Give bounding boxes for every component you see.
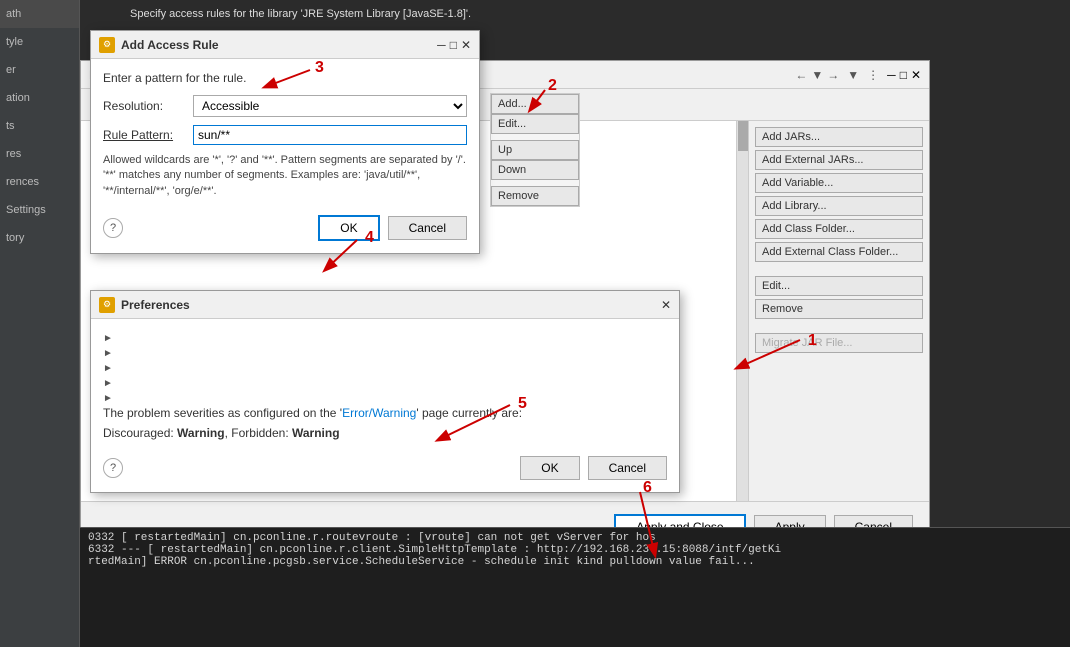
problem-dialog-icon: ⚙ [99,297,115,313]
nav-dropdown2-icon[interactable]: ▼ [847,68,859,82]
resolution-row: Resolution: Accessible [103,95,467,117]
migrate-jar-button[interactable]: Migrate JAR File... [755,333,923,353]
add-external-jars-button[interactable]: Add External JARs... [755,150,923,170]
problem-dialog-buttons: ? OK Cancel [103,450,667,480]
sidebar: ath tyle er ation ts res rences Settings… [0,0,80,647]
console-line-2: 6332 --- [ restartedMain] cn.pconline.r.… [88,544,1062,556]
problem-ok-button[interactable]: OK [520,456,579,480]
sidebar-item-tyle[interactable]: tyle [0,28,79,56]
list-add-button[interactable]: Add... [491,94,579,114]
top-instruction: Specify access rules for the library 'JR… [130,8,471,20]
console-area: 0332 [ restartedMain] cn.pconline.r.rout… [80,527,1070,647]
edit-button[interactable]: Edit... [755,276,923,296]
dialog-max-button[interactable]: □ [450,38,457,52]
resolution-select[interactable]: Accessible [193,95,467,117]
help-icon[interactable]: ? [103,218,123,238]
problem-dialog-close[interactable]: ✕ [661,298,671,312]
error-warning-link[interactable]: Error/Warning [342,406,416,420]
sidebar-item-ts[interactable]: ts [0,112,79,140]
dialog-buttons: ? OK Cancel [103,209,467,241]
tree-arrow: ► [103,348,113,359]
problem-dialog-title: Preferences [121,298,661,312]
nav-back-icon[interactable]: ← [795,68,807,82]
add-jars-button[interactable]: Add JARs... [755,127,923,147]
dialog-titlebar: ⚙ Add Access Rule ─ □ ✕ [91,31,479,59]
problem-tree-item-5[interactable]: ► [103,391,667,406]
problem-content: ► ► ► ► ► The problem severities as conf… [91,319,679,492]
problem-tree-item-3[interactable]: ► [103,361,667,376]
scrollbar[interactable] [736,121,748,501]
add-access-rule-dialog: ⚙ Add Access Rule ─ □ ✕ Enter a pattern … [90,30,480,254]
resolution-label: Resolution: [103,99,193,113]
sidebar-item-ath[interactable]: ath [0,0,79,28]
problem-dialog-titlebar: ⚙ Preferences ✕ [91,291,679,319]
add-library-button[interactable]: Add Library... [755,196,923,216]
min-button[interactable]: ─ [887,68,896,82]
problem-text: The problem severities as configured on … [103,406,667,420]
add-class-folder-button[interactable]: Add Class Folder... [755,219,923,239]
problem-tree-item-4[interactable]: ► [103,376,667,391]
sidebar-item-settings[interactable]: Settings [0,196,79,224]
dialog-min-button[interactable]: ─ [437,38,446,52]
nav-dropdown-icon[interactable]: ▼ [811,68,823,82]
problem-severity: Discouraged: Warning, Forbidden: Warning [103,426,667,440]
rule-pattern-row: Rule Pattern: [103,125,467,145]
problem-tree-item-2[interactable]: ► [103,346,667,361]
scrollbar-thumb[interactable] [738,121,748,151]
nav-forward-icon[interactable]: → [827,68,839,82]
close-button[interactable]: ✕ [911,68,921,82]
rule-pattern-input[interactable] [193,125,467,145]
dialog-icon: ⚙ [99,37,115,53]
list-edit-button[interactable]: Edit... [491,114,579,134]
hint-text: Allowed wildcards are '*', '?' and '**'.… [103,153,467,199]
sidebar-item-res[interactable]: res [0,140,79,168]
add-external-class-folder-button[interactable]: Add External Class Folder... [755,242,923,262]
console-line-3: rtedMain] ERROR cn.pconline.pcgsb.servic… [88,556,1062,568]
remove-button[interactable]: Remove [755,299,923,319]
sidebar-item-tory[interactable]: tory [0,224,79,252]
sidebar-item-ation[interactable]: ation [0,84,79,112]
sidebar-item-er[interactable]: er [0,56,79,84]
tree-arrow: ► [103,333,113,344]
list-action-panel: Add... Edit... Up Down Remove [490,93,580,207]
problem-tree-item-1[interactable]: ► [103,331,667,346]
tree-arrow: ► [103,378,113,389]
dialog-content: Enter a pattern for the rule. Resolution… [91,59,479,253]
sidebar-item-rences[interactable]: rences [0,168,79,196]
list-down-button[interactable]: Down [491,160,579,180]
right-panel: Add JARs... Add External JARs... Add Var… [749,121,929,501]
max-button[interactable]: □ [900,68,907,82]
console-line-1: 0332 [ restartedMain] cn.pconline.r.rout… [88,532,1062,544]
dialog-instruction: Enter a pattern for the rule. [103,71,467,85]
rule-pattern-label: Rule Pattern: [103,128,193,142]
dialog-ok-button[interactable]: OK [318,215,379,241]
problem-dialog: ⚙ Preferences ✕ ► ► ► ► ► The problem se… [90,290,680,493]
menu-icon[interactable]: ⋮ [867,68,879,82]
tree-arrow: ► [103,363,113,374]
problem-cancel-button[interactable]: Cancel [588,456,667,480]
list-remove-button[interactable]: Remove [491,186,579,206]
tree-arrow: ► [103,393,113,404]
problem-help-icon[interactable]: ? [103,458,123,478]
dialog-cancel-button[interactable]: Cancel [388,216,467,240]
dialog-title: Add Access Rule [121,38,433,52]
dialog-close-button[interactable]: ✕ [461,38,471,52]
add-variable-button[interactable]: Add Variable... [755,173,923,193]
list-up-button[interactable]: Up [491,140,579,160]
